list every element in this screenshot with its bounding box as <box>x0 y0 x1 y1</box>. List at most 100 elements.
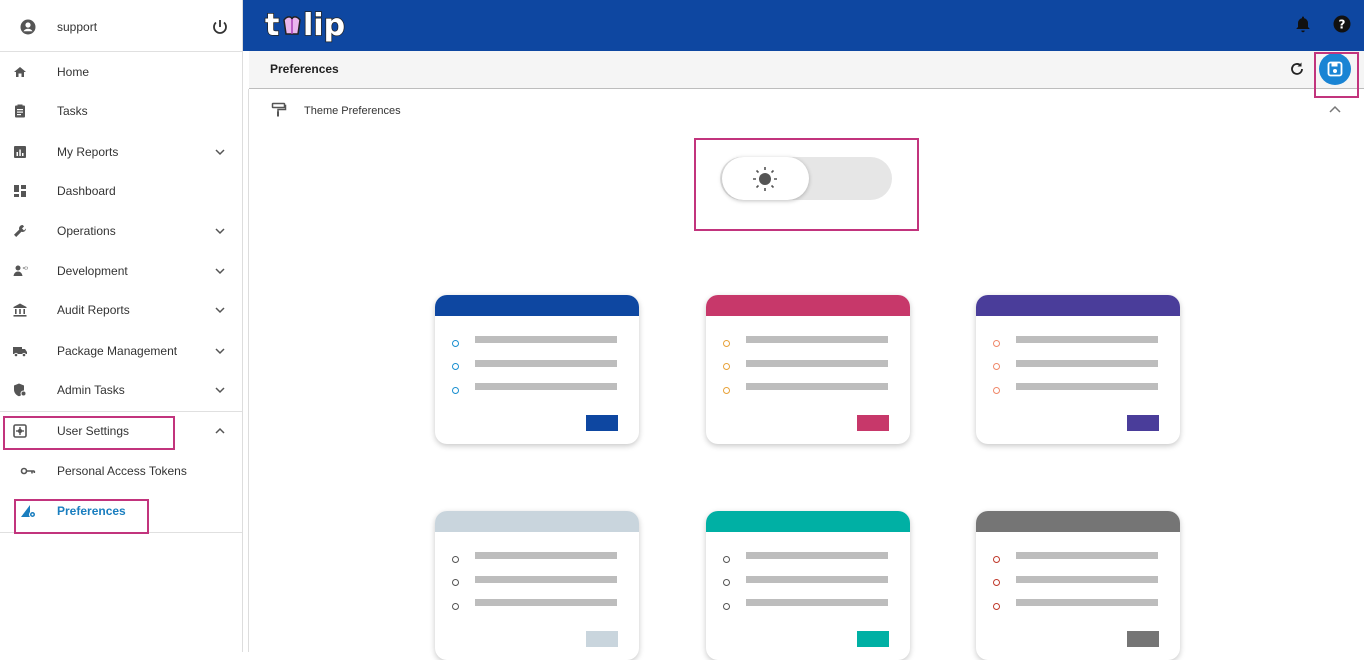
theme-card-bullet <box>993 603 1000 610</box>
sidebar-item-development[interactable]: <> Development <box>0 251 242 291</box>
theme-card-header <box>706 295 910 316</box>
top-app-bar: t lip ? <box>243 0 1364 51</box>
theme-card-bullet <box>452 603 459 610</box>
theme-card[interactable] <box>706 511 910 660</box>
theme-card-line <box>1016 576 1158 583</box>
theme-card-line <box>1016 383 1158 390</box>
theme-card-button <box>857 415 889 431</box>
account-circle-icon[interactable] <box>20 19 36 35</box>
sidebar-item-label: Development <box>57 264 128 278</box>
theme-card-line <box>475 552 617 559</box>
theme-card-line <box>746 360 888 367</box>
theme-card-line <box>746 576 888 583</box>
power-icon[interactable] <box>211 18 229 36</box>
paint-roller-icon <box>271 102 287 117</box>
username: support <box>57 20 98 34</box>
theme-card[interactable] <box>435 511 639 660</box>
theme-card-bullet <box>723 556 730 563</box>
developer-icon: <> <box>13 265 29 276</box>
chevron-down-icon <box>215 348 225 355</box>
svg-text:<>: <> <box>23 265 29 272</box>
chevron-down-icon <box>215 268 225 275</box>
theme-card-button <box>857 631 889 647</box>
theme-card-line <box>475 599 617 606</box>
sidebar-item-label: Tasks <box>57 104 88 118</box>
tulip-logo[interactable]: t lip <box>263 5 347 45</box>
admin-shield-icon <box>14 383 27 397</box>
theme-card-bullet <box>723 387 730 394</box>
theme-card-line <box>746 552 888 559</box>
sidebar-item-label: Personal Access Tokens <box>57 464 187 478</box>
theme-card-line <box>1016 336 1158 343</box>
content-divider <box>248 89 249 652</box>
theme-card-bullet <box>452 363 459 370</box>
truck-icon <box>13 347 27 358</box>
sidebar: support Home Tasks My Reports Dashboard … <box>0 0 243 652</box>
sidebar-item-label: My Reports <box>57 145 119 159</box>
chevron-up-icon[interactable] <box>1328 104 1342 114</box>
key-icon <box>20 467 36 475</box>
theme-card-bullet <box>452 387 459 394</box>
theme-card-header <box>976 295 1180 316</box>
sidebar-item-dashboard[interactable]: Dashboard <box>0 171 242 211</box>
sidebar-item-tasks[interactable]: Tasks <box>0 91 242 131</box>
home-icon <box>14 67 26 77</box>
page-header: Preferences <box>249 51 1364 89</box>
wrench-icon <box>14 225 26 237</box>
sidebar-item-personal-access-tokens[interactable]: Personal Access Tokens <box>0 451 242 491</box>
sidebar-item-label: Dashboard <box>57 184 116 198</box>
sidebar-item-audit-reports[interactable]: Audit Reports <box>0 290 242 330</box>
theme-card-bullet <box>723 340 730 347</box>
theme-card-line <box>475 576 617 583</box>
clipboard-icon <box>15 104 25 118</box>
theme-card-button <box>586 631 618 647</box>
theme-card-line <box>746 599 888 606</box>
theme-card-bullet <box>993 340 1000 347</box>
theme-card-line <box>1016 360 1158 367</box>
theme-card-bullet <box>993 387 1000 394</box>
report-chart-icon <box>14 146 26 158</box>
theme-card-line <box>475 336 617 343</box>
theme-card-header <box>435 511 639 532</box>
theme-card-button <box>586 415 618 431</box>
sidebar-item-admin-tasks[interactable]: Admin Tasks <box>0 370 242 410</box>
chevron-down-icon <box>215 387 225 394</box>
sidebar-item-label: Operations <box>57 224 116 238</box>
theme-card-header <box>976 511 1180 532</box>
svg-text:?: ? <box>1339 18 1346 32</box>
theme-card[interactable] <box>976 295 1180 444</box>
user-row: support <box>0 0 242 52</box>
sidebar-item-operations[interactable]: Operations <box>0 211 242 251</box>
highlight-theme-toggle <box>694 138 919 231</box>
refresh-icon[interactable] <box>1289 61 1305 77</box>
theme-card[interactable] <box>706 295 910 444</box>
highlight-user-settings <box>3 416 175 450</box>
theme-preferences-header[interactable]: Theme Preferences <box>249 92 1364 132</box>
theme-card-bullet <box>993 363 1000 370</box>
chevron-down-icon <box>215 228 225 235</box>
sidebar-item-my-reports[interactable]: My Reports <box>0 132 242 172</box>
sidebar-item-package-management[interactable]: Package Management <box>0 331 242 371</box>
sidebar-item-home[interactable]: Home <box>0 52 242 92</box>
bank-icon <box>13 303 27 317</box>
theme-card-header <box>706 511 910 532</box>
sidebar-item-label: Package Management <box>57 344 178 358</box>
bell-icon[interactable] <box>1295 15 1311 33</box>
chevron-up-icon <box>215 427 225 434</box>
svg-text:t: t <box>265 8 279 43</box>
svg-text:lip: lip <box>303 8 345 43</box>
dashboard-icon <box>14 185 26 197</box>
chevron-down-icon <box>215 149 225 156</box>
theme-card-bullet <box>723 579 730 586</box>
chevron-down-icon <box>215 307 225 314</box>
theme-card-header <box>435 295 639 316</box>
theme-card-line <box>746 383 888 390</box>
theme-card-bullet <box>993 579 1000 586</box>
theme-card[interactable] <box>435 295 639 444</box>
help-icon[interactable]: ? <box>1333 15 1351 33</box>
theme-card-bullet <box>723 363 730 370</box>
theme-card-line <box>475 383 617 390</box>
highlight-preferences <box>14 499 149 534</box>
theme-card[interactable] <box>976 511 1180 660</box>
theme-card-bullet <box>452 579 459 586</box>
